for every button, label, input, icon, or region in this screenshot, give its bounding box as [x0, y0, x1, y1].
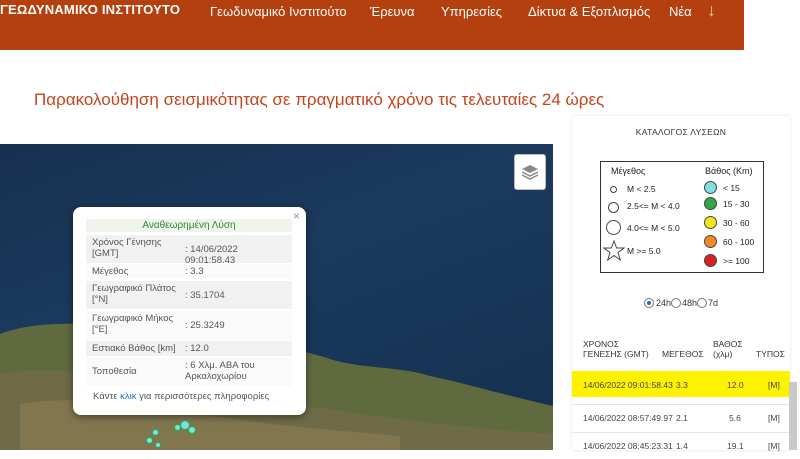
- magnitude-large-icon: [606, 220, 621, 235]
- row-label: Εστιακό Βάθος [km]: [92, 343, 176, 354]
- popup-row-origin-time: Χρόνος Γένησης [GMT] : 14/06/2022 09:01:…: [86, 235, 292, 266]
- popup-row-magnitude: Μέγεθος : 3.3: [86, 264, 292, 279]
- more-info-link[interactable]: κλικ: [120, 391, 136, 402]
- cell-magnitude: 2.1: [676, 413, 688, 423]
- column-header-depth: ΒΑΘΟΣ (χλμ): [713, 339, 743, 359]
- column-header-magnitude: ΜΕΓΕΘΟΣ: [662, 349, 704, 359]
- range-label-7d[interactable]: 7d: [708, 298, 718, 308]
- range-label-24h[interactable]: 24h: [656, 298, 671, 308]
- more-info-prefix: Κάντε: [93, 391, 118, 402]
- legend-magnitude-4: M >= 5.0: [627, 246, 661, 256]
- earthquake-marker[interactable]: [152, 429, 159, 436]
- catalog-title: ΚΑΤΑΛΟΓΟΣ ΛΥΣΕΩΝ: [635, 127, 727, 137]
- cell-type: [M]: [768, 413, 780, 423]
- depth-color-swatch: [704, 254, 717, 267]
- table-row[interactable]: 14/06/2022 08:57:49.97 2.1 5.6 [M]: [572, 404, 790, 431]
- column-header-type: ΤΥΠΟΣ: [756, 349, 785, 359]
- site-logo[interactable]: ΓΕΩΔΥΝΑΜΙΚΟ ΙΝΣΤΙΤΟΥΤΟ: [0, 2, 180, 17]
- nav-item-research[interactable]: Έρευνα: [370, 4, 415, 19]
- row-value: : 25.3249: [185, 320, 225, 331]
- legend-depth-5: >= 100: [723, 256, 750, 266]
- depth-color-swatch: [704, 181, 717, 194]
- nav-item-news[interactable]: Νέα: [669, 4, 692, 19]
- legend-depth-title: Βάθος (Km): [705, 166, 753, 176]
- range-radio-48h[interactable]: [671, 298, 681, 308]
- page-title: Παρακολούθηση σεισμικότητας σε πραγματικ…: [34, 90, 605, 109]
- popup-status-header: Αναθεωρημένη Λύση: [86, 219, 292, 232]
- legend-magnitude-3: 4.0<= M < 5.0: [627, 223, 680, 233]
- scroll-down-arrow-icon[interactable]: ↓: [707, 0, 716, 21]
- earthquake-marker[interactable]: [174, 424, 181, 431]
- cell-magnitude: 3.3: [676, 380, 688, 390]
- range-label-48h[interactable]: 48h: [682, 298, 697, 308]
- earthquake-marker[interactable]: [155, 442, 161, 448]
- row-label: Γεωγραφικό Πλάτος [°N]: [92, 283, 176, 305]
- row-value: : 12.0: [185, 343, 209, 354]
- cell-time: 14/06/2022 09:01:58.43: [583, 380, 673, 390]
- layers-icon: [521, 165, 539, 180]
- depth-color-swatch: [704, 197, 717, 210]
- row-label: Γεωγραφικό Μήκος [°E]: [92, 313, 174, 335]
- legend-depth-3: 30 - 60: [723, 218, 750, 228]
- cell-time: 14/06/2022 08:57:49.97: [583, 413, 673, 423]
- nav-item-services[interactable]: Υπηρεσίες: [441, 4, 502, 19]
- row-value: : 35.1704: [185, 290, 225, 301]
- popup-row-depth: Εστιακό Βάθος [km] : 12.0: [86, 341, 292, 356]
- nav-item-geodynamic-institute[interactable]: Γεωδυναμικό Ινστιτούτο: [210, 4, 347, 19]
- earthquake-marker[interactable]: [188, 426, 196, 434]
- depth-color-swatch: [704, 216, 717, 229]
- magnitude-small-icon: [610, 186, 617, 193]
- legend-depth-1: < 15: [723, 183, 740, 193]
- range-radio-7d[interactable]: [697, 298, 707, 308]
- depth-color-swatch: [704, 235, 717, 248]
- table-row[interactable]: 14/06/2022 08:45:23.31 1.4 19.1 [M]: [572, 432, 790, 459]
- row-value: : 3.3: [185, 266, 204, 277]
- nav-item-networks-equipment[interactable]: Δίκτυα & Εξοπλισμός: [528, 4, 650, 19]
- table-row-highlighted[interactable]: 14/06/2022 09:01:58.43 3.3 12.0 [M]: [572, 371, 790, 397]
- legend-magnitude-1: M < 2.5: [627, 184, 656, 194]
- row-label: Χρόνος Γένησης [GMT]: [92, 237, 162, 259]
- legend-depth-2: 15 - 30: [723, 199, 750, 209]
- popup-more-info: Κάντε κλικ για περισσότερες πληροφορίες: [93, 391, 269, 402]
- popup-close-icon[interactable]: ×: [293, 209, 300, 223]
- magnitude-medium-icon: [608, 202, 619, 213]
- map-layers-button[interactable]: [514, 154, 546, 190]
- row-label: Τοποθεσία: [92, 366, 137, 377]
- cell-depth: 5.6: [729, 413, 741, 423]
- popup-row-longitude: Γεωγραφικό Μήκος [°E] : 25.3249: [86, 311, 292, 340]
- magnitude-star-icon: [603, 240, 625, 262]
- column-header-time: ΧΡΟΝΟΣ ΓΕΝΕΣΗΣ (GMT): [583, 339, 649, 359]
- range-radio-24h[interactable]: [644, 298, 654, 308]
- legend-depth-4: 60 - 100: [723, 237, 755, 247]
- popup-row-location: Τοποθεσία : 6 Χλμ. ΑΒΑ του Αρκαλοχωρίου: [86, 358, 292, 386]
- row-label: Μέγεθος: [92, 266, 129, 277]
- legend-magnitude-2: 2.5<= M < 4.0: [627, 201, 680, 211]
- row-value: : 6 Χλμ. ΑΒΑ του Αρκαλοχωρίου: [185, 360, 255, 382]
- earthquake-marker[interactable]: [146, 437, 153, 444]
- legend-magnitude-title: Μέγεθος: [611, 166, 646, 176]
- more-info-suffix: για περισσότερες πληροφορίες: [139, 391, 270, 402]
- popup-row-latitude: Γεωγραφικό Πλάτος [°N] : 35.1704: [86, 281, 292, 309]
- table-scrollbar[interactable]: [789, 382, 797, 450]
- row-value: : 14/06/2022 09:01:58.43: [185, 244, 238, 266]
- cell-type: [M]: [768, 380, 780, 390]
- cell-depth: 12.0: [727, 380, 744, 390]
